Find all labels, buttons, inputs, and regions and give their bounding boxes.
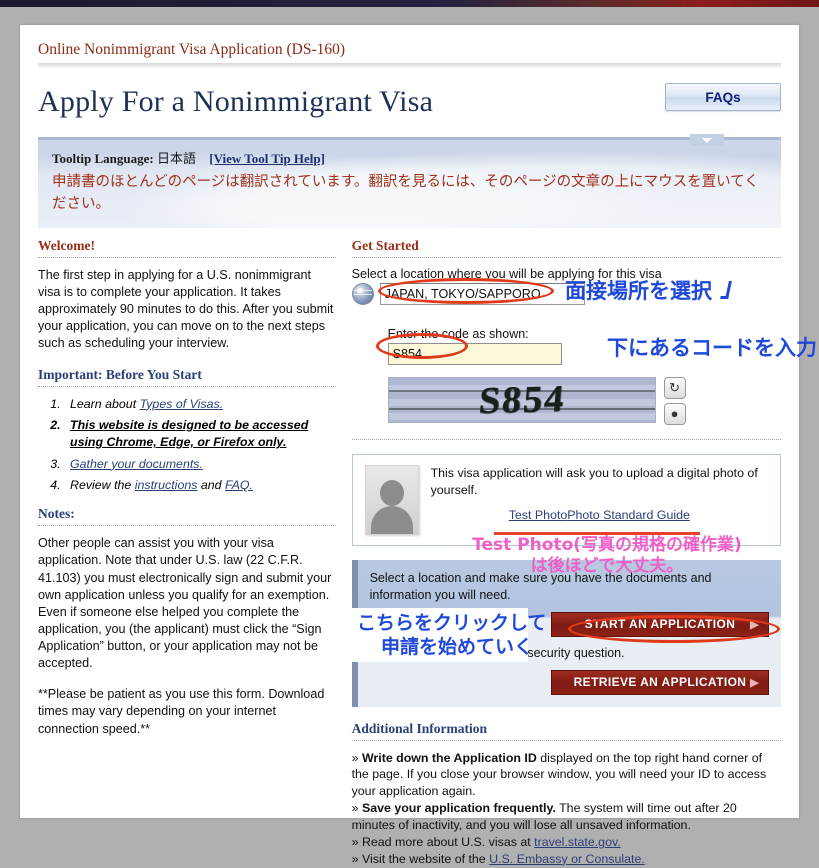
location-select[interactable]: JAPAN, TOKYO/SAPPORO [379,282,585,305]
types-of-visas-link[interactable]: Types of Visas. [140,397,224,411]
tooltip-banner: Tooltip Language: 日本語 [View Tool Tip Hel… [38,137,781,228]
travel-state-gov-link[interactable]: travel.state.gov. [534,835,621,849]
globe-icon [351,282,374,305]
gather-documents-link[interactable]: Gather your documents. [70,457,203,471]
welcome-heading: Welcome! [38,237,95,253]
important-heading: Important: Before You Start [38,366,202,382]
bullet-icon: » [351,801,359,816]
page-card: Online Nonimmigrant Visa Application (DS… [20,25,799,866]
annotation-white-cover [348,608,528,662]
code-label: Enter the code as shown: [387,326,529,341]
location-label: Select a location where you will be appl… [351,266,662,281]
content-columns: Welcome! The first step in applying for … [38,236,781,868]
test-photo-link[interactable]: Test Photo [509,508,568,522]
notes-body-secondary: **Please be patient as you use this form… [38,687,325,736]
bullet-icon: » [351,851,359,866]
list-item: Learn about Types of Visas. [64,396,336,413]
notes-heading: Notes: [38,506,75,522]
item-bold: Save your application frequently. [361,801,556,816]
additional-information: Additional Information » Write down the … [351,720,781,868]
list-item: » Write down the Application ID displaye… [352,750,781,801]
captcha-text: S854 [476,377,567,423]
tooltip-language-label: Tooltip Language: [52,151,154,166]
photo-links: Test PhotoPhoto Standard Guide [431,506,768,524]
tooltip-collapse-toggle[interactable] [690,134,724,146]
list-item: » Read more about U.S. visas at travel.s… [352,834,781,851]
faq-link[interactable]: FAQ. [225,478,253,492]
important-divider [38,385,336,387]
audio-icon[interactable]: ● [663,402,686,425]
captcha-buttons: ↻ ● [663,376,686,425]
captcha-wrapper: S854 ↻ ● [352,376,781,425]
avatar-head [379,479,404,506]
list-item: This website is designed to be accessed … [64,417,336,452]
left-column: Welcome! The first step in applying for … [38,236,350,868]
list-item: » Visit the website of the U.S. Embassy … [352,851,781,868]
captcha-image: S854 [387,376,656,423]
tooltip-banner-wrapper: Tooltip Language: 日本語 [View Tool Tip Hel… [38,134,781,228]
page-title: Apply For a Nonimmigrant Visa [38,85,434,118]
notes-divider [38,525,336,527]
code-input[interactable] [387,342,562,365]
start-an-application-button[interactable]: START AN APPLICATION ▶ [551,611,769,637]
start-application-description: Select a location and make sure you have… [369,570,712,602]
photo-description: This visa application will ask you to up… [430,465,758,497]
welcome-body: The first step in applying for a U.S. no… [38,267,334,351]
view-tool-tip-help-link[interactable]: [View Tool Tip Help] [209,151,325,166]
site-title: Online Nonimmigrant Visa Application (DS… [38,41,346,58]
notes-body: Other people can assist you with your vi… [38,536,332,671]
section-divider [351,438,781,440]
refresh-icon[interactable]: ↻ [663,376,686,399]
retrieve-button-label: RETRIEVE AN APPLICATION [573,675,747,690]
bullet-icon: » [351,834,359,849]
item-text: Visit the website of the [361,851,490,866]
code-block: Enter the code as shown: [352,327,781,365]
item-text: Read more about U.S. visas at [361,834,535,849]
tooltip-language-value: 日本語 [157,151,197,166]
embassy-consulate-link[interactable]: U.S. Embassy or Consulate. [489,852,645,866]
get-started-divider [351,256,781,258]
instructions-link[interactable]: instructions [135,478,198,492]
welcome-divider [38,256,336,258]
tooltip-message: 申請書のほとんどのページは翻訳されています。翻訳を見るには、そのページの文章の上… [52,174,759,213]
retrieve-an-application-button[interactable]: RETRIEVE AN APPLICATION ▶ [551,669,769,695]
item-bold: Write down the Application ID [361,750,537,765]
photo-standard-guide-link[interactable]: Photo Standard Guide [567,508,690,522]
step-4-mid: and [197,478,225,492]
chevron-right-icon: ▶ [750,676,759,689]
list-item: Gather your documents. [64,456,336,473]
chevron-right-icon: ▶ [750,618,759,631]
location-row: JAPAN, TOKYO/SAPPORO [351,282,781,305]
bullet-icon: » [351,750,359,765]
step-4-text: Review the [70,478,135,492]
list-item: Review the instructions and FAQ. [64,477,336,494]
list-item: » Save your application frequently. The … [352,800,781,834]
right-column: Get Started Select a location where you … [350,236,781,868]
additional-information-divider [351,739,781,741]
start-button-label: START AN APPLICATION [584,617,736,632]
tooltip-language-row: Tooltip Language: 日本語 [View Tool Tip Hel… [52,148,767,167]
page-header: Apply For a Nonimmigrant Visa FAQs [38,75,781,137]
step-1-text: Learn about [70,396,140,411]
additional-information-heading: Additional Information [351,720,487,736]
avatar-body [370,505,413,534]
browser-top-strip [0,0,819,7]
chevron-down-icon [702,137,712,143]
title-divider [38,63,781,69]
photo-placeholder-icon [364,464,419,535]
get-started-heading: Get Started [351,237,419,253]
faqs-button[interactable]: FAQs [665,83,781,111]
before-you-start-list: Learn about Types of Visas. This website… [38,396,336,495]
annotation-underline-photo-links [494,532,700,535]
